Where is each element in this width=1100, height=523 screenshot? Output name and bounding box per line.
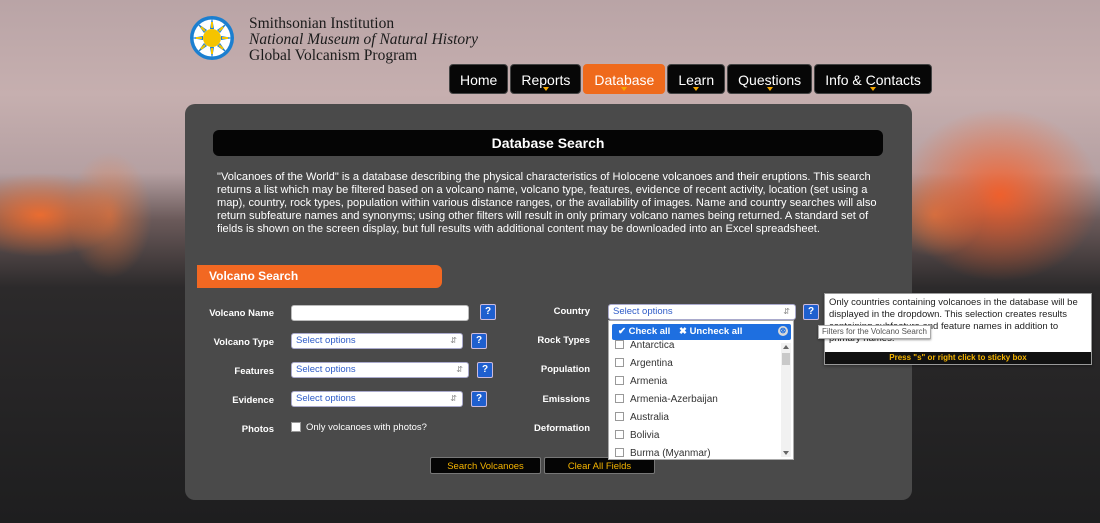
volcano-name-label: Volcano Name [209,308,274,319]
program-title[interactable]: Global Volcanism Program [249,48,549,64]
checkbox-icon[interactable] [615,429,624,439]
select-arrows-icon: ⇵ [456,365,463,374]
nav-home-label: Home [460,72,498,88]
checkbox-icon[interactable] [615,339,624,349]
nav-info-label: Info & Contacts [825,72,921,88]
uncheck-all-link[interactable]: ✖ Uncheck all [679,326,742,337]
site-titles: Smithsonian Institution National Museum … [249,16,549,64]
list-item[interactable]: Bolivia [615,427,783,445]
country-option-label: Armenia [630,376,668,387]
chevron-down-icon [621,87,628,91]
photos-checkbox[interactable] [291,422,301,432]
rock-types-label: Rock Types [537,335,590,346]
nav-questions-label: Questions [738,72,802,88]
chevron-down-icon [870,87,877,91]
country-select[interactable]: Select options ⇵ [608,304,796,320]
nav-reports-label: Reports [521,72,571,88]
nav-learn[interactable]: Learn [667,64,726,94]
help-popup-footer: Press "s" or right click to sticky box [825,352,1091,364]
scroll-down-icon[interactable] [783,451,789,455]
nav-database[interactable]: Database [583,64,666,94]
evidence-select[interactable]: Select options ⇵ [291,391,463,407]
checkbox-icon[interactable] [615,411,624,421]
volcano-type-value: Select options [296,335,356,346]
volcano-type-select[interactable]: Select options ⇵ [291,333,463,349]
list-item[interactable]: Burma (Myanmar) [615,445,783,459]
country-options-list: Antarctica Argentina Armenia Armenia-Aze… [615,337,783,459]
tooltip: Filters for the Volcano Search [818,325,931,339]
close-icon[interactable]: ⊗ [778,326,788,336]
features-select[interactable]: Select options ⇵ [291,362,469,378]
list-item[interactable]: Armenia [615,373,783,391]
list-item[interactable]: Argentina [615,355,783,373]
help-icon[interactable]: ? [480,304,496,320]
country-option-label: Argentina [630,358,673,369]
country-option-label: Burma (Myanmar) [630,448,711,459]
photos-option-text: Only volcanoes with photos? [306,422,427,433]
main-nav: Home Reports Database Learn Questions In… [449,64,932,94]
volcano-name-input[interactable] [291,305,469,321]
chevron-down-icon [766,87,773,91]
deformation-label: Deformation [534,423,590,434]
search-volcanoes-button[interactable]: Search Volcanoes [430,457,541,474]
museum-title[interactable]: National Museum of Natural History [249,32,549,48]
scroll-up-icon[interactable] [783,345,789,349]
list-item[interactable]: Antarctica [615,337,783,355]
features-value: Select options [296,364,356,375]
evidence-label: Evidence [232,395,274,406]
country-option-label: Bolivia [630,430,660,441]
population-label: Population [540,364,590,375]
select-arrows-icon: ⇵ [450,394,457,403]
volcano-type-label: Volcano Type [213,337,274,348]
photos-label: Photos [241,424,274,435]
database-search-panel: Database Search "Volcanoes of the World"… [185,104,912,500]
features-label: Features [234,366,274,377]
search-description: "Volcanoes of the World" is a database d… [217,171,877,235]
chevron-down-icon [693,87,700,91]
nav-database-label: Database [594,72,655,88]
volcano-search-header: Volcano Search [197,265,442,288]
evidence-value: Select options [296,393,356,404]
country-value: Select options [613,306,673,317]
nav-reports[interactable]: Reports [510,64,582,94]
nav-home[interactable]: Home [449,64,509,94]
page-title: Database Search [213,130,883,156]
country-option-label: Australia [630,412,669,423]
help-icon[interactable]: ? [471,333,487,349]
checkbox-icon[interactable] [615,357,624,367]
scroll-thumb[interactable] [782,353,790,365]
list-item[interactable]: Armenia-Azerbaijan [615,391,783,409]
select-arrows-icon: ⇵ [450,336,457,345]
smithsonian-sunburst-icon[interactable] [185,14,241,62]
check-all-link[interactable]: ✔ Check all [618,326,670,337]
institution-title[interactable]: Smithsonian Institution [249,16,549,32]
country-dropdown: ✔ Check all ✖ Uncheck all ⊗ Antarctica A… [608,320,794,460]
emissions-label: Emissions [542,394,590,405]
nav-questions[interactable]: Questions [727,64,813,94]
help-icon[interactable]: ? [471,391,487,407]
nav-learn-label: Learn [678,72,715,88]
checkbox-icon[interactable] [615,447,624,457]
checkbox-icon[interactable] [615,375,624,385]
select-arrows-icon: ⇵ [783,307,790,316]
list-item[interactable]: Australia [615,409,783,427]
nav-info-contacts[interactable]: Info & Contacts [814,64,932,94]
checkbox-icon[interactable] [615,393,624,403]
country-label: Country [553,306,590,317]
help-icon[interactable]: ? [477,362,493,378]
country-option-label: Antarctica [630,340,675,351]
help-icon[interactable]: ? [803,304,819,320]
chevron-down-icon [542,87,549,91]
dropdown-scrollbar[interactable] [781,343,791,457]
country-option-label: Armenia-Azerbaijan [630,394,718,405]
